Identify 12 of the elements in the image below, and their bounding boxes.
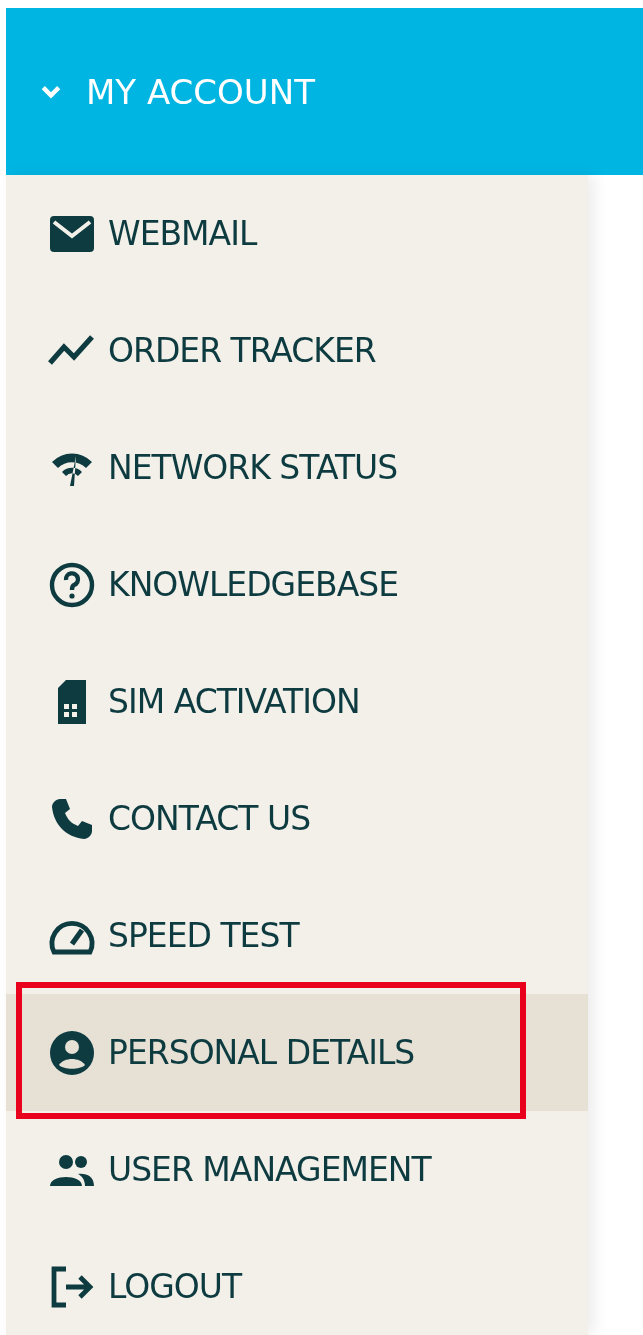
menu-item[interactable]: ORDER TRACKER	[6, 292, 588, 409]
menu-item[interactable]: SPEED TEST	[6, 877, 588, 994]
menu-item[interactable]: CONTACT US	[6, 760, 588, 877]
menu-item[interactable]: SIM ACTIVATION	[6, 643, 588, 760]
menu-item[interactable]: USER MANAGEMENT	[6, 1111, 588, 1228]
header-title: MY ACCOUNT	[86, 71, 315, 112]
menu-item[interactable]: WEBMAIL	[6, 175, 588, 292]
chevron-icon	[40, 83, 62, 100]
menu-item[interactable]: KNOWLEDGEBASE	[6, 526, 588, 643]
menu-item[interactable]: NETWORK STATUS	[6, 409, 588, 526]
menu-item[interactable]: LOGOUT	[6, 1228, 588, 1335]
menu-item[interactable]: PERSONAL DETAILS	[6, 994, 588, 1111]
